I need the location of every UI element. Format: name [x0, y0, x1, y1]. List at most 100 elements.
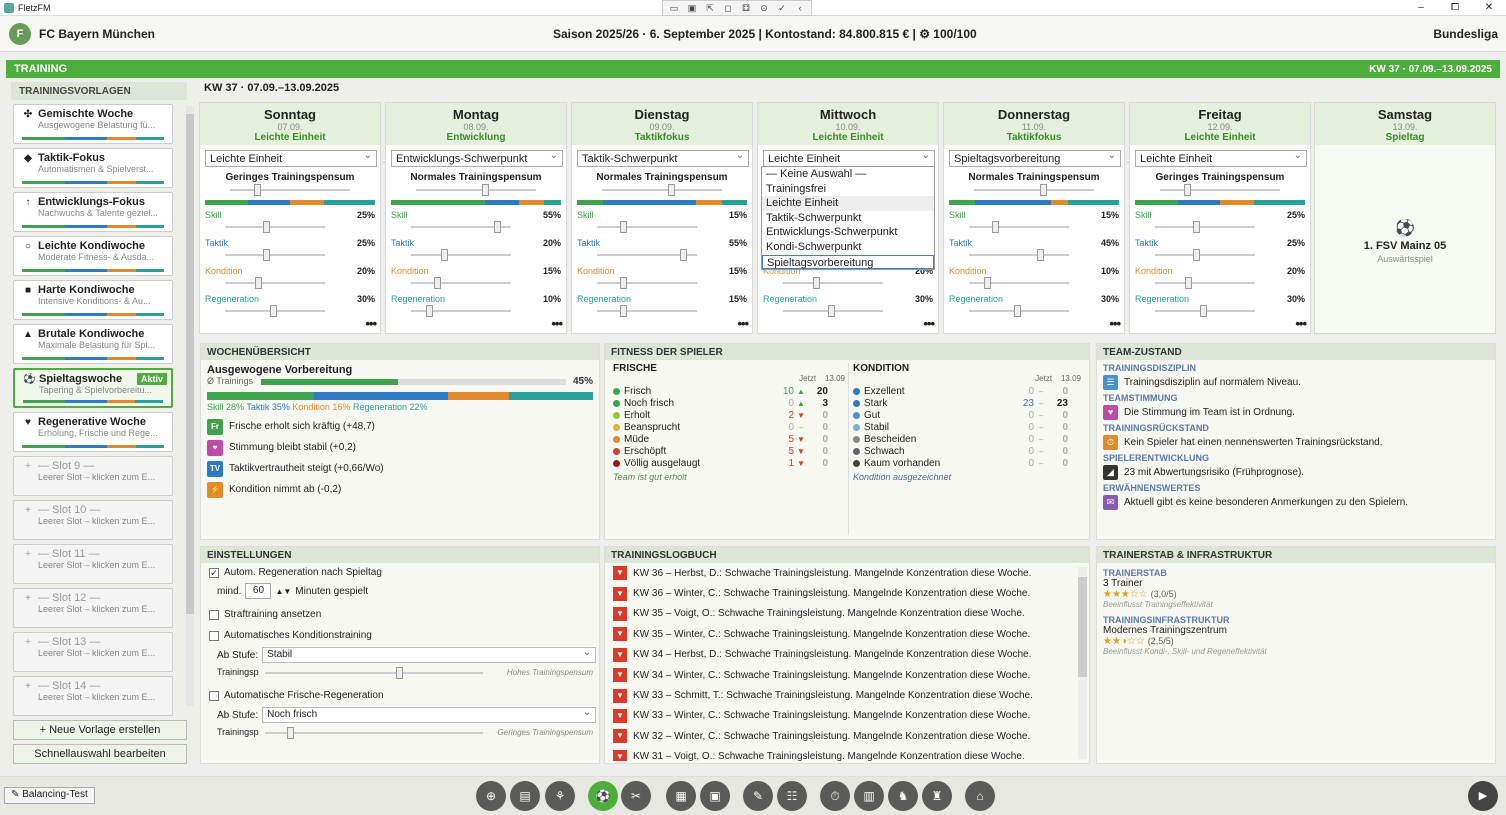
play-icon[interactable]: ▶	[1468, 781, 1498, 811]
dropdown-option[interactable]: Taktik-Schwerpunkt	[762, 211, 934, 226]
new-template-button[interactable]: + Neue Vorlage erstellen	[13, 720, 187, 740]
nav-button[interactable]: ▣	[700, 781, 730, 811]
slider-knob[interactable]	[619, 305, 627, 317]
template-item[interactable]: ▲ Brutale Kondiwoche Maximale Belastung fü…	[13, 324, 173, 364]
skill-slider[interactable]	[411, 221, 511, 233]
nav-button[interactable]: ✎	[743, 781, 773, 811]
club-logo[interactable]: F	[9, 22, 31, 45]
session-select[interactable]: Entwicklungs-Schwerpunkt	[391, 150, 563, 167]
minimize-button[interactable]: –	[1404, 0, 1438, 16]
minutes-stepper-icon[interactable]: ▲▼	[275, 587, 291, 596]
template-item[interactable]: ✣ Gemischte Woche Ausgewogene Belastung fü…	[13, 104, 173, 144]
template-item[interactable]: ♥ Regenerative Woche Erholung, Frische und…	[13, 412, 173, 452]
slider-knob[interactable]	[262, 249, 270, 261]
nav-button[interactable]: ▥	[854, 781, 884, 811]
nav-button[interactable]: ▦	[666, 781, 696, 811]
nav-button[interactable]: ♞	[888, 781, 918, 811]
pensum-slider[interactable]	[974, 184, 1094, 196]
slider-knob[interactable]	[426, 305, 433, 317]
slider-knob[interactable]	[1184, 184, 1191, 196]
skill-slider[interactable]	[969, 221, 1069, 233]
sidebar-scrollbar[interactable]	[186, 106, 194, 706]
day-montag[interactable]: Montag 08.09. Entwicklung Entwicklungs-Schw…	[385, 102, 567, 334]
regen-slider[interactable]	[1155, 305, 1255, 317]
slider-knob[interactable]	[1040, 184, 1047, 196]
more-options-button[interactable]: •••	[551, 316, 563, 331]
more-options-button[interactable]: •••	[1109, 316, 1121, 331]
dropdown-option[interactable]: Leichte Einheit	[762, 196, 934, 211]
kondition-slider[interactable]	[783, 277, 883, 289]
template-item[interactable]: + — Slot 14 — Leerer Slot – klicken zum E.…	[13, 676, 173, 716]
nav-button[interactable]: ⌂	[965, 781, 995, 811]
toolbar-tool-icon[interactable]: ‹	[793, 2, 807, 15]
nav-button[interactable]: ✂	[621, 781, 651, 811]
session-select[interactable]: Leichte Einheit	[763, 150, 935, 167]
taktik-slider[interactable]	[597, 249, 697, 261]
balancing-test-button[interactable]: ✎ Balancing-Test	[4, 787, 95, 804]
logbook-scrollbar[interactable]	[1078, 567, 1087, 759]
auto-frische-checkbox[interactable]	[209, 690, 219, 701]
toolbar-tool-icon[interactable]: ⚃	[739, 2, 753, 15]
template-item[interactable]: ◆ Taktik-Fokus Automatismen & Spielverst..…	[13, 148, 173, 188]
taktik-slider[interactable]	[225, 249, 325, 261]
nav-button[interactable]: ⚽	[588, 781, 618, 811]
slider-knob[interactable]	[433, 277, 441, 289]
kondition-slider[interactable]	[411, 277, 511, 289]
toolbar-tool-icon[interactable]: ⇱	[703, 2, 717, 15]
template-item[interactable]: ↑ Entwicklungs-Fokus Nachwuchs & Talente g…	[13, 192, 173, 232]
template-item[interactable]: + — Slot 11 — Leerer Slot – klicken zum E.…	[13, 544, 173, 584]
nav-button[interactable]: ☷	[777, 781, 807, 811]
slider-knob[interactable]	[1036, 249, 1044, 261]
slider-knob[interactable]	[619, 221, 627, 233]
dropdown-option[interactable]: Kondi-Schwerpunkt	[762, 240, 934, 255]
day-sonntag[interactable]: Sonntag 07.09. Leichte Einheit Leichte Einh…	[199, 102, 381, 334]
slider-knob[interactable]	[482, 184, 489, 196]
day-freitag[interactable]: Freitag 12.09. Leichte Einheit Leichte Einh…	[1129, 102, 1311, 334]
nav-button[interactable]: ⚘	[545, 781, 575, 811]
slider-knob[interactable]	[262, 221, 270, 233]
maximize-button[interactable]: ⧠	[1438, 0, 1472, 16]
slider-knob[interactable]	[493, 221, 501, 233]
slider-knob[interactable]	[668, 184, 675, 196]
day-saturday[interactable]: Samstag 13.09. Spieltag ⚽ 1. FSV Mainz 0…	[1314, 102, 1496, 334]
slider-knob[interactable]	[1200, 305, 1207, 317]
capture-toolbar[interactable]: ▭ ▣ ⇱ ◻ ⚃ ⊙ ✓ ‹	[662, 0, 812, 16]
slider-knob[interactable]	[984, 277, 991, 289]
slider-knob[interactable]	[254, 184, 261, 196]
dropdown-option[interactable]: Entwicklungs-Schwerpunkt	[762, 225, 934, 240]
frische-stufe-select[interactable]: Noch frisch ⌄	[262, 707, 597, 723]
kondi-stufe-select[interactable]: Stabil ⌄	[262, 647, 597, 663]
toolbar-tool-icon[interactable]: ◻	[721, 2, 735, 15]
slider-knob[interactable]	[619, 277, 627, 289]
regen-slider[interactable]	[411, 305, 511, 317]
dropdown-option[interactable]: — Keine Auswahl —	[762, 167, 934, 182]
dropdown-option[interactable]: Spieltagsvorbereitung	[762, 254, 934, 270]
nav-button[interactable]: ⏱	[820, 781, 850, 811]
template-item[interactable]: + — Slot 9 — Leerer Slot – klicken zum E..…	[13, 456, 173, 496]
taktik-slider[interactable]	[969, 249, 1069, 261]
template-item[interactable]: + — Slot 13 — Leerer Slot – klicken zum E.…	[13, 632, 173, 672]
pensum-slider[interactable]	[1160, 184, 1280, 196]
slider-knob[interactable]	[1185, 277, 1192, 289]
template-item[interactable]: ■ Harte Kondiwoche Intensive Konditions- &…	[13, 280, 173, 320]
more-options-button[interactable]: •••	[923, 316, 935, 331]
kondition-slider[interactable]	[969, 277, 1069, 289]
skill-slider[interactable]	[1155, 221, 1255, 233]
pensum-slider[interactable]	[602, 184, 722, 196]
kondi-pensum-slider[interactable]	[265, 667, 483, 679]
more-options-button[interactable]: •••	[737, 316, 749, 331]
template-item[interactable]: + — Slot 12 — Leerer Slot – klicken zum E.…	[13, 588, 173, 628]
regen-slider[interactable]	[969, 305, 1069, 317]
session-select[interactable]: Leichte Einheit	[205, 150, 377, 167]
taktik-slider[interactable]	[1155, 249, 1255, 261]
frische-pensum-slider[interactable]	[265, 727, 483, 739]
slider-knob[interactable]	[991, 221, 999, 233]
minutes-input[interactable]: 60	[245, 583, 272, 599]
dropdown-option[interactable]: Trainingsfrei	[762, 182, 934, 197]
toolbar-tool-icon[interactable]: ✓	[775, 2, 789, 15]
kondition-slider[interactable]	[225, 277, 325, 289]
slider-knob[interactable]	[1192, 249, 1200, 261]
straf-checkbox[interactable]	[209, 609, 219, 620]
close-button[interactable]: ✕	[1472, 0, 1506, 16]
day-dienstag[interactable]: Dienstag 09.09. Taktikfokus Taktik-Schwerpu…	[571, 102, 753, 334]
